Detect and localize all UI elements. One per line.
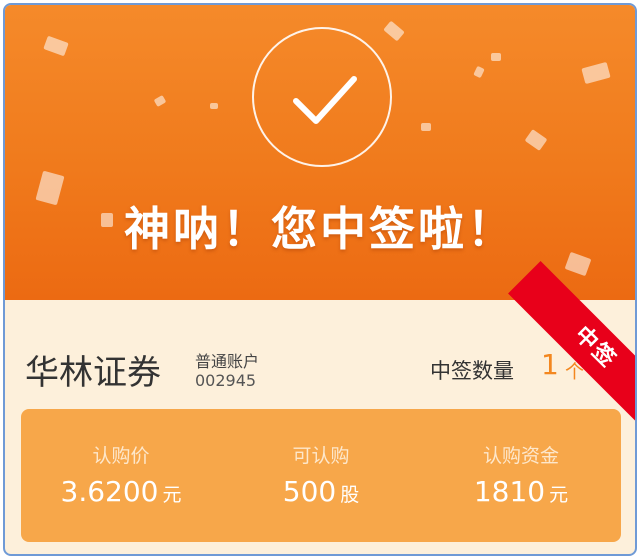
confetti — [421, 123, 431, 131]
subscription-funds-label: 认购资金 — [482, 445, 559, 467]
confetti — [153, 95, 167, 107]
confetti — [581, 61, 611, 85]
subscription-funds-value: 1810 — [473, 475, 546, 508]
subscription-price-value-row: 3.6200 元 — [21, 475, 221, 508]
subscribable-shares-unit: 股 — [340, 484, 360, 506]
broker-name: 华林证券 — [25, 353, 161, 393]
win-quantity-label: 中签数量 — [430, 359, 514, 383]
win-quantity-unit: 个 — [565, 361, 585, 383]
confetti — [43, 35, 69, 57]
subscribable-shares-value: 500 — [282, 475, 337, 508]
result-frame: 神呐！您中签啦！ 中签 华林证券 普通账户 002945 中签数量 1 个 认购… — [3, 3, 637, 556]
confetti — [491, 53, 501, 61]
confetti — [210, 103, 218, 109]
subscription-price-unit: 元 — [162, 484, 182, 506]
subscribable-shares-label: 可认购 — [292, 445, 350, 467]
confetti — [524, 129, 548, 151]
subscription-price-value: 3.6200 — [60, 475, 159, 508]
subscription-funds-value-row: 1810 元 — [421, 475, 621, 508]
confetti — [473, 65, 485, 79]
subscription-card: 认购价 3.6200 元 可认购 500 股 认购资金 1810 元 — [21, 409, 621, 542]
win-quantity-value: 1 — [541, 348, 559, 381]
stock-code: 002945 — [195, 371, 257, 390]
subscription-funds-unit: 元 — [549, 484, 569, 506]
headline: 神呐！您中签啦！ — [124, 202, 516, 256]
check-circle-icon — [252, 27, 392, 167]
account-type: 普通账户 — [195, 352, 260, 371]
subscribable-shares-value-row: 500 股 — [221, 475, 421, 508]
subscription-price-label: 认购价 — [92, 445, 150, 467]
celebration-banner: 神呐！您中签啦！ — [5, 5, 635, 300]
